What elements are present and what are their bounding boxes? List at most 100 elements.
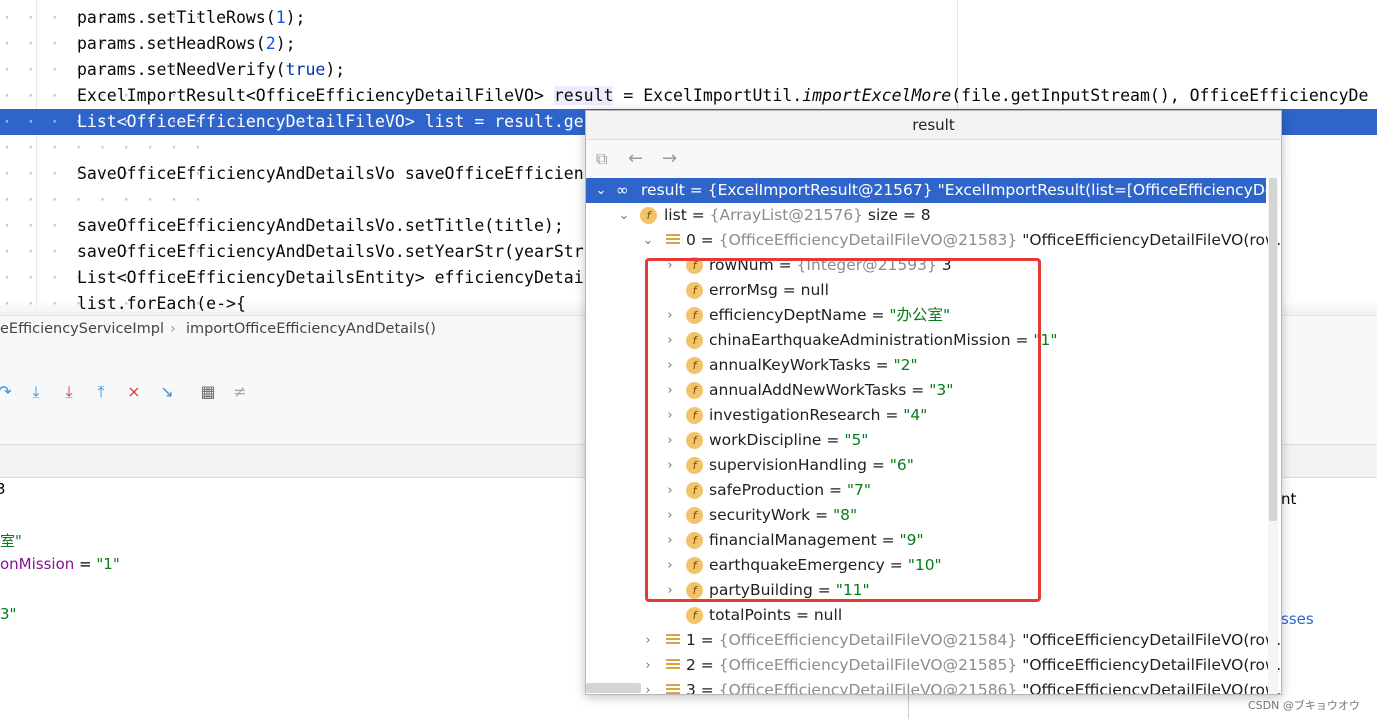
tree-row-item[interactable]: › 2 = {OfficeEfficiencyDetailFileVO@21585… (586, 653, 1281, 678)
collapsed-arrow-icon[interactable]: › (641, 678, 655, 694)
collapsed-arrow-icon[interactable]: › (663, 478, 677, 503)
field-value: "7" (846, 481, 872, 499)
var-name: 2 (686, 656, 696, 674)
collapsed-arrow-icon[interactable]: › (641, 653, 655, 678)
code-text: saveOfficeEfficiencyAndDetailsVo.setTitl… (77, 213, 564, 239)
field-name: errorMsg (709, 281, 778, 299)
tree-row-field[interactable]: › f chinaEarthquakeAdministrationMission =… (586, 328, 1266, 353)
breadcrumb-method[interactable]: importOfficeEfficiencyAndDetails() (186, 321, 436, 337)
code-text: SaveOfficeEfficiencyAndDetailsVo saveOff… (77, 161, 584, 187)
var-eq: = (695, 231, 719, 249)
expanded-arrow-icon[interactable]: ⌄ (641, 228, 655, 253)
trace-stream-icon[interactable]: ≠ (229, 380, 251, 404)
field-icon: f (686, 257, 703, 274)
code-text: saveOfficeEfficiencyAndDetailsVo.setYear… (77, 239, 584, 265)
collapsed-arrow-icon[interactable]: › (663, 453, 677, 478)
expanded-arrow-icon[interactable]: ⌄ (594, 178, 608, 203)
var-type: {OfficeEfficiencyDetailFileVO@21586} (718, 681, 1018, 695)
collapsed-arrow-icon[interactable]: › (663, 253, 677, 278)
collapsed-arrow-icon[interactable]: › (663, 378, 677, 403)
expanded-arrow-icon[interactable]: ⌄ (617, 203, 631, 228)
collapsed-arrow-icon[interactable]: › (663, 528, 677, 553)
row-label: list = {ArrayList@21576} size = 8 (664, 203, 931, 228)
code-line[interactable]: · · · · · · · · · ExcelImportResult<Offic… (0, 83, 1377, 109)
collapsed-arrow-icon[interactable]: › (663, 328, 677, 353)
var-type: {ExcelImportResult@21567} (707, 181, 933, 199)
tree-row-result[interactable]: ⌄ ∞ result = {ExcelImportResult@21567} "Ex… (586, 178, 1281, 203)
tree-row-item[interactable]: › 3 = {OfficeEfficiencyDetailFileVO@21586… (586, 678, 1281, 695)
collapsed-arrow-icon[interactable]: › (663, 303, 677, 328)
collapsed-arrow-icon[interactable]: › (663, 578, 677, 603)
tree-row-field[interactable]: › f annualKeyWorkTasks = "2" (586, 353, 1266, 378)
tree-row-field[interactable]: › f investigationResearch = "4" (586, 403, 1266, 428)
field-eq: = (870, 356, 894, 374)
field-icon: f (686, 307, 703, 324)
code-token: saveOfficeEfficiencyAndDetailsVo.setTitl… (77, 216, 564, 235)
collapsed-arrow-icon[interactable]: › (663, 403, 677, 428)
row-label: 2 = {OfficeEfficiencyDetailFileVO@21585}… (686, 653, 1281, 678)
row-label: result = {ExcelImportResult@21567} "Exce… (641, 178, 1281, 203)
array-element-icon (666, 684, 680, 694)
force-step-into-icon[interactable]: ⤓ (58, 380, 80, 404)
row-label: annualAddNewWorkTasks = "3" (709, 378, 953, 403)
forward-arrow-icon[interactable]: → (662, 149, 677, 169)
tree-row-field[interactable]: › f earthquakeEmergency = "10" (586, 553, 1266, 578)
tree-row-field[interactable]: › f efficiencyDeptName = "办公室" (586, 303, 1266, 328)
tree-row-field[interactable]: f totalPoints = null (586, 603, 1266, 628)
code-line[interactable]: · · · · · · · · · params.setTitleRows(1); (0, 5, 1377, 31)
vertical-scrollbar[interactable] (1268, 178, 1278, 694)
right-link[interactable]: sses (1281, 610, 1314, 628)
code-line[interactable]: · · · · · · · · · params.setHeadRows(2); (0, 31, 1377, 57)
tree-row-field[interactable]: › f workDiscipline = "5" (586, 428, 1266, 453)
field-eq: = (812, 581, 836, 599)
code-token: params.setHeadRows( (77, 34, 266, 53)
row-label: supervisionHandling = "6" (709, 453, 914, 478)
collapsed-arrow-icon[interactable]: › (663, 353, 677, 378)
tree-row-field[interactable]: › f rowNum = {Integer@21593} 3 (586, 253, 1266, 278)
step-into-icon[interactable]: ⤓ (25, 380, 47, 404)
field-icon: f (686, 507, 703, 524)
run-to-cursor-icon[interactable]: ↘ (156, 380, 178, 404)
field-eq: = (824, 481, 847, 499)
step-over-icon[interactable]: ↷ (0, 380, 16, 404)
tree-row-field[interactable]: f errorMsg = null (586, 278, 1266, 303)
code-text: list.forEach(e->{ (77, 291, 246, 315)
collapsed-arrow-icon[interactable]: › (663, 503, 677, 528)
code-line[interactable]: · · · · · · · · · params.setNeedVerify(tr… (0, 57, 1377, 83)
field-icon: f (686, 382, 703, 399)
tree-row-field[interactable]: › f securityWork = "8" (586, 503, 1266, 528)
breadcrumb-separator: › (170, 321, 176, 337)
tree-row-field[interactable]: › f safeProduction = "7" (586, 478, 1266, 503)
code-token: List<OfficeEfficiencyDetailFileVO> list … (77, 112, 584, 131)
drop-frame-icon[interactable]: ⨯ (123, 380, 145, 404)
code-token: result (553, 86, 614, 105)
variable-tree[interactable]: ⌄ ∞ result = {ExcelImportResult@21567} "Ex… (586, 178, 1281, 695)
evaluate-popup[interactable]: result ⧉ ← → ⌄ ∞ result = {ExcelImportResu… (585, 110, 1282, 695)
tree-row-field[interactable]: › f supervisionHandling = "6" (586, 453, 1266, 478)
code-text: params.setNeedVerify(true); (77, 57, 345, 83)
indent-dots: · · · · · · · · · (2, 190, 205, 209)
tree-row-item[interactable]: › 1 = {OfficeEfficiencyDetailFileVO@21584… (586, 628, 1281, 653)
back-arrow-icon[interactable]: ← (628, 149, 643, 169)
horizontal-scrollbar[interactable] (586, 683, 641, 693)
step-out-icon[interactable]: ⤒ (90, 380, 112, 404)
code-token: list.forEach(e->{ (77, 294, 246, 313)
evaluate-expression-icon[interactable]: ▦ (197, 380, 219, 404)
field-eq: = (906, 381, 930, 399)
scrollbar-thumb[interactable] (1269, 178, 1277, 521)
tree-row-item-0[interactable]: ⌄ 0 = {OfficeEfficiencyDetailFileVO@21583… (586, 228, 1281, 253)
tree-row-field[interactable]: › f financialManagement = "9" (586, 528, 1266, 553)
tree-row-field[interactable]: › f partyBuilding = "11" (586, 578, 1266, 603)
tree-row-field[interactable]: › f annualAddNewWorkTasks = "3" (586, 378, 1266, 403)
breadcrumb-class[interactable]: eEfficiencyServiceImpl (0, 321, 164, 337)
code-text: ExcelImportResult<OfficeEfficiencyDetail… (77, 83, 1368, 109)
collapsed-arrow-icon[interactable]: › (663, 553, 677, 578)
collapsed-arrow-icon[interactable]: › (663, 428, 677, 453)
tree-row-list[interactable]: ⌄ f list = {ArrayList@21576} size = 8 (586, 203, 1266, 228)
field-eq: = (880, 406, 904, 424)
watch-icon[interactable]: ⧉ (596, 149, 607, 169)
collapsed-arrow-icon[interactable]: › (641, 628, 655, 653)
code-text: List<OfficeEfficiencyDetailsEntity> effi… (77, 265, 584, 291)
bg-var-value: 3 (0, 480, 6, 498)
row-label: chinaEarthquakeAdministrationMission = "… (709, 328, 1058, 353)
